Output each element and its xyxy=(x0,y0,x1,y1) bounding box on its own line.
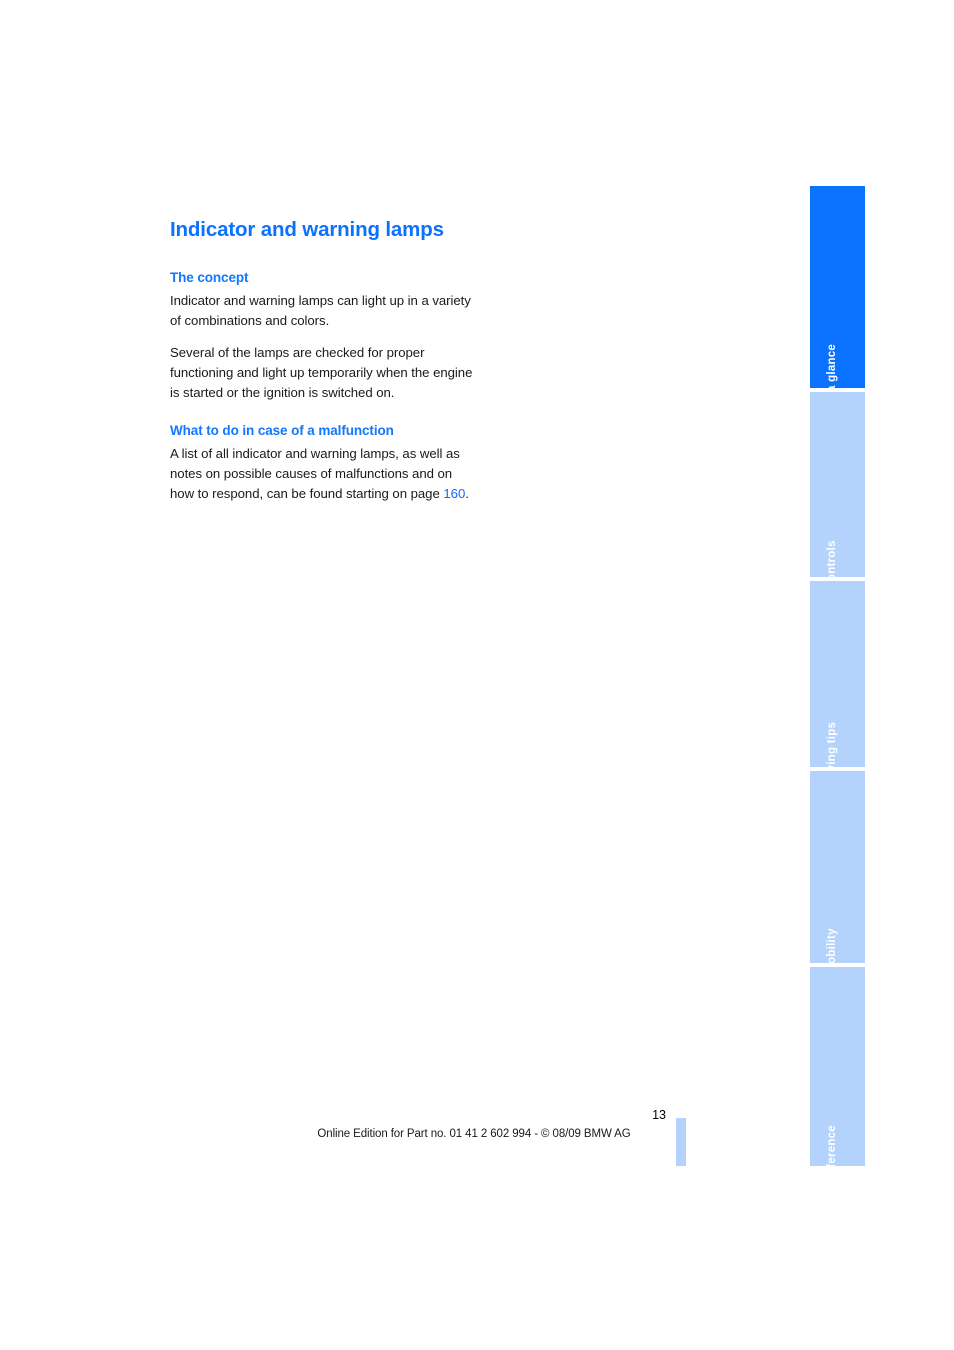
section-the-concept: The concept Indicator and warning lamps … xyxy=(170,270,475,403)
paragraph-malfunction-period: . xyxy=(465,485,469,501)
page-number: 13 xyxy=(652,1108,666,1122)
page-content: Indicator and warning lamps The concept … xyxy=(170,218,475,524)
footer-edition-note: Online Edition for Part no. 01 41 2 602 … xyxy=(317,1128,631,1140)
manual-page: Indicator and warning lamps The concept … xyxy=(0,0,954,1350)
sidebar-tab-controls[interactable]: Controls xyxy=(810,392,865,590)
sidebar-tab-driving-tips[interactable]: Driving tips xyxy=(810,581,865,788)
sidebar-tab-label-reference: Reference xyxy=(825,1125,838,1183)
page-title: Indicator and warning lamps xyxy=(170,218,444,241)
paragraph-concept-2: Several of the lamps are checked for pro… xyxy=(170,344,473,400)
paragraph-malfunction-text: A list of all indicator and warning lamp… xyxy=(170,445,460,501)
sidebar-tab-reference[interactable]: Reference xyxy=(810,967,865,1183)
page-reference-link[interactable]: 160 xyxy=(443,486,465,501)
section-heading-the-concept: The concept xyxy=(170,269,249,285)
paragraph-malfunction: A list of all indicator and warning lamp… xyxy=(170,444,475,504)
page-edge-marker xyxy=(676,1118,686,1166)
section-malfunction: What to do in case of a malfunction A li… xyxy=(170,423,475,504)
paragraph-concept-1: Indicator and warning lamps can light up… xyxy=(170,292,471,328)
section-heading-malfunction: What to do in case of a malfunction xyxy=(170,422,394,438)
sidebar-tab-at-a-glance[interactable]: At a glance xyxy=(810,186,865,408)
sidebar-tab-mobility[interactable]: Mobility xyxy=(810,771,865,974)
